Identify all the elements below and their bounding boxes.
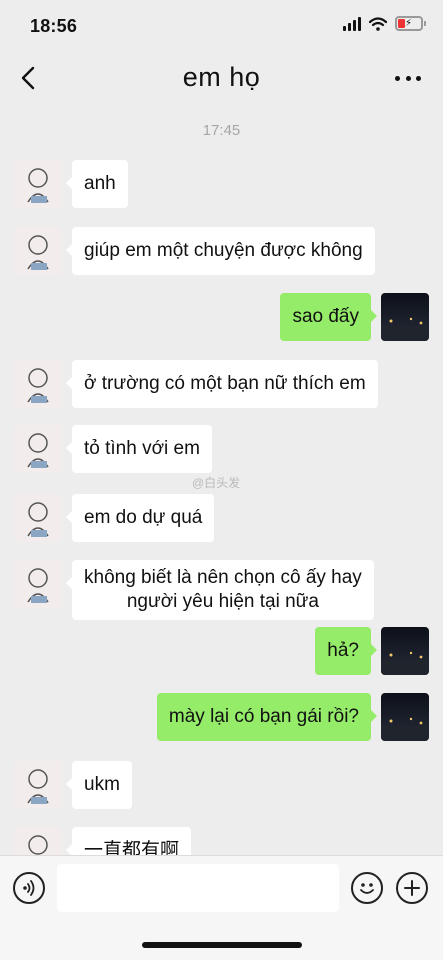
more-dots-icon <box>395 75 400 81</box>
message-row: mày lại có bạn gái rồi? <box>147 693 429 741</box>
voice-button[interactable] <box>13 872 45 904</box>
status-time: 18:56 <box>30 16 78 36</box>
message-row: hả? <box>305 627 429 675</box>
message-bubble[interactable]: anh <box>66 160 128 208</box>
message-bubble[interactable]: ở trường có một bạn nữ thích em <box>66 360 378 408</box>
cellular-signal-icon <box>343 16 361 31</box>
message-line: không biết là nên chọn cô ấy hay <box>84 567 362 588</box>
message-input[interactable] <box>57 864 339 912</box>
contact-avatar[interactable] <box>14 227 62 275</box>
message-bubble[interactable]: em do dự quá <box>65 494 215 542</box>
message-line: người yêu hiện tại nữa <box>126 591 319 612</box>
plus-icon <box>404 880 420 896</box>
contact-avatar[interactable] <box>14 160 62 208</box>
message-bubble[interactable]: mày lại có bạn gái rồi? <box>156 693 378 741</box>
emoji-button[interactable] <box>351 872 383 904</box>
contact-avatar[interactable] <box>14 761 62 809</box>
message-bubble[interactable]: giúp em một chuyện được không <box>66 227 375 275</box>
message-bubble[interactable]: sao đấy <box>280 293 377 341</box>
contact-avatar[interactable] <box>14 560 62 608</box>
nav-bar: em họ <box>0 50 443 106</box>
voice-icon <box>23 880 35 896</box>
my-avatar[interactable] <box>381 693 429 741</box>
message-row: giúp em một chuyện được không <box>14 227 385 275</box>
message-row: ở trường có một bạn nữ thích em <box>14 360 388 408</box>
message-row: không biết là nên chọn cô ấy hay người y… <box>14 560 384 620</box>
message-row: em do dự quá <box>14 494 224 542</box>
home-indicator <box>142 942 302 948</box>
message-bubble[interactable]: hả? <box>315 627 377 675</box>
chat-title: em họ <box>182 62 261 92</box>
message-row: anh <box>14 160 138 208</box>
my-avatar[interactable] <box>381 627 429 675</box>
message-bubble[interactable]: ukm <box>66 761 132 809</box>
contact-avatar[interactable] <box>14 494 62 542</box>
watermark: @白头发 <box>192 476 241 490</box>
chat-timestamp: 17:45 <box>202 122 241 139</box>
wifi-icon <box>369 16 387 31</box>
status-icons: ⚡ <box>343 16 426 31</box>
more-button[interactable] <box>395 68 421 88</box>
contact-avatar[interactable] <box>14 425 62 473</box>
message-row: ukm <box>14 761 142 809</box>
emoji-icon <box>360 883 374 894</box>
contact-avatar[interactable] <box>14 360 62 408</box>
plus-button[interactable] <box>396 872 428 904</box>
message-row: sao đấy <box>270 293 429 341</box>
message-bubble[interactable]: không biết là nên chọn cô ấy hay người y… <box>66 560 374 620</box>
message-bubble[interactable]: tỏ tình với em <box>66 425 212 473</box>
my-avatar[interactable] <box>381 293 429 341</box>
message-row: tỏ tình với em <box>14 425 222 473</box>
battery-icon: ⚡ <box>395 16 426 31</box>
status-bar: 18:56 ⚡ <box>0 0 443 50</box>
